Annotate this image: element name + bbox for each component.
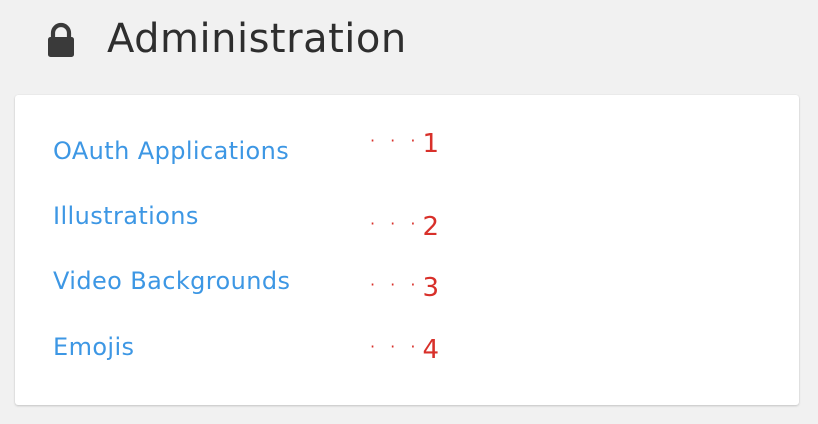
annotation-number: 4 xyxy=(422,335,439,365)
annotation-dots: · · · xyxy=(370,131,421,150)
annotation-marker-3: · · ·3 xyxy=(370,273,439,306)
annotation-number: 1 xyxy=(422,129,439,159)
emojis-link[interactable]: Emojis xyxy=(53,332,134,362)
annotation-dots: · · · xyxy=(370,214,421,233)
lock-icon xyxy=(48,22,74,57)
annotation-number: 3 xyxy=(422,273,439,303)
annotation-dots: · · · xyxy=(370,275,421,294)
page-title: Administration xyxy=(107,16,407,62)
annotation-marker-1: · · ·1 xyxy=(370,129,439,162)
annotation-marker-4: · · ·4 xyxy=(370,335,439,368)
page-header: Administration xyxy=(0,0,818,80)
annotation-number: 2 xyxy=(422,212,439,242)
annotation-marker-2: · · ·2 xyxy=(370,212,439,245)
admin-links-card: OAuth Applications Illustrations Video B… xyxy=(15,95,799,405)
video-backgrounds-link[interactable]: Video Backgrounds xyxy=(53,266,290,296)
illustrations-link[interactable]: Illustrations xyxy=(53,201,199,231)
oauth-applications-link[interactable]: OAuth Applications xyxy=(53,136,289,166)
annotation-dots: · · · xyxy=(370,337,421,356)
